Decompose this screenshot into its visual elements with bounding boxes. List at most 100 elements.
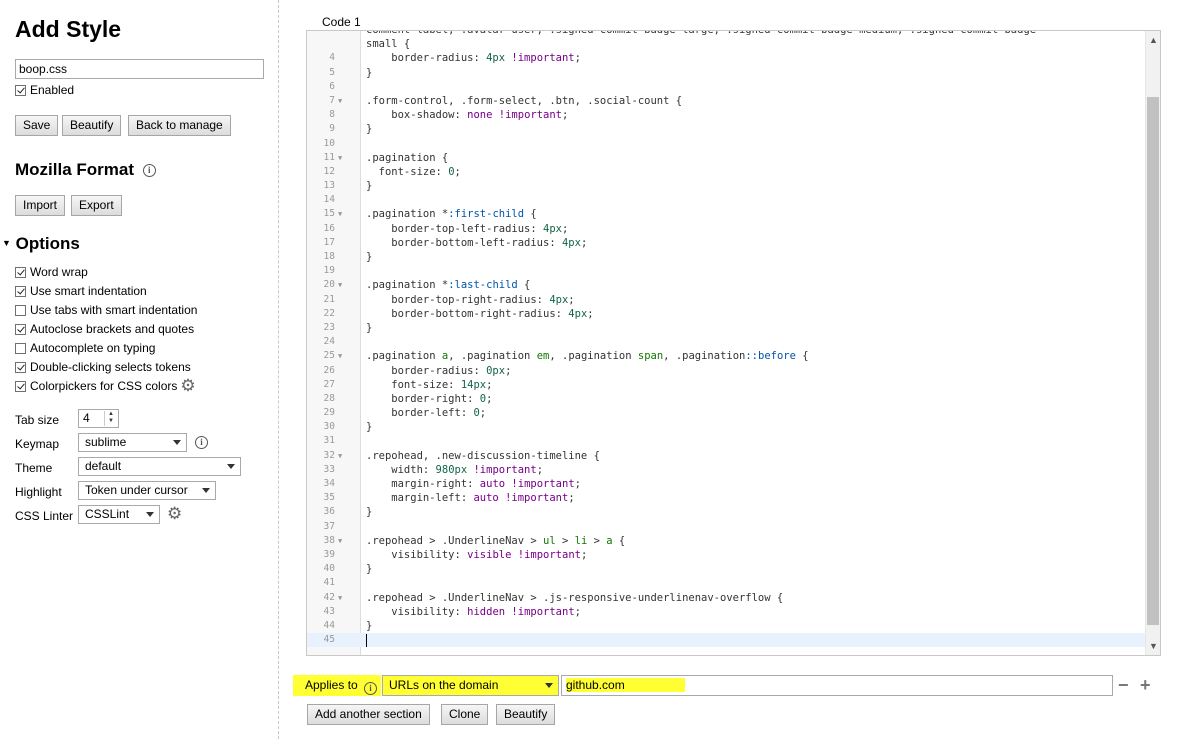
option-checkbox[interactable] [15, 342, 26, 354]
option-checkbox-row[interactable]: Autocomplete on typing [15, 340, 155, 356]
applies-info-icon[interactable]: i [364, 682, 378, 695]
option-checkbox-row[interactable]: Use smart indentation [15, 283, 147, 299]
back-to-manage-button[interactable]: Back to manage [128, 115, 231, 136]
code-line[interactable]: 6 [307, 80, 1145, 94]
fold-arrow-icon[interactable]: ▼ [338, 534, 342, 548]
add-another-section-button[interactable]: Add another section [307, 704, 430, 725]
code-line[interactable]: 23} [307, 321, 1145, 335]
code-line[interactable]: 24 [307, 335, 1145, 349]
code-line[interactable]: 39 visibility: visible !important; [307, 548, 1145, 562]
fold-arrow-icon[interactable]: ▼ [338, 278, 342, 292]
fold-arrow-icon[interactable]: ▼ [338, 207, 342, 221]
code-line[interactable]: 36} [307, 505, 1145, 519]
code-line[interactable]: 42 ▼ .repohead > .UnderlineNav > .js-respo… [307, 591, 1145, 605]
fold-arrow-icon[interactable]: ▼ [338, 94, 342, 108]
code-editor[interactable]: comment-label, .avatar-user, .signed-com… [306, 30, 1161, 656]
code-line[interactable]: 8 box-shadow: none !important; [307, 108, 1145, 122]
option-checkbox[interactable] [15, 323, 26, 335]
remove-applies-icon[interactable]: − [1118, 675, 1129, 695]
option-checkbox-row[interactable]: Use tabs with smart indentation [15, 302, 197, 318]
code-text: font-size: 14px; [366, 378, 492, 392]
scrollbar-thumb[interactable] [1147, 97, 1159, 625]
code-line[interactable]: 45 [307, 633, 1145, 648]
keymap-info-icon[interactable]: i [195, 436, 208, 449]
option-checkbox-row[interactable]: Colorpickers for CSS colors ⚙ [15, 377, 196, 394]
code-line[interactable]: 16 border-top-left-radius: 4px; [307, 222, 1145, 236]
code-line[interactable]: 29 border-left: 0; [307, 406, 1145, 420]
code-line[interactable]: 12 font-size: 0; [307, 165, 1145, 179]
save-button[interactable]: Save [15, 115, 59, 136]
option-checkbox-row[interactable]: Autoclose brackets and quotes [15, 321, 194, 337]
option-checkbox-row[interactable]: Word wrap [15, 264, 88, 280]
code-line[interactable]: 33 width: 980px !important; [307, 463, 1145, 477]
applies-type-select[interactable]: URLs on the domain [382, 675, 559, 696]
code-line[interactable]: 32 ▼ .repohead, .new-discussion-timeline { [307, 449, 1145, 463]
code-line[interactable]: 44} [307, 619, 1145, 633]
fold-arrow-icon[interactable]: ▼ [338, 151, 342, 165]
code-line[interactable]: 37 [307, 520, 1145, 534]
scroll-down-icon[interactable]: ▼ [1149, 642, 1158, 651]
code-line[interactable]: 21 border-top-right-radius: 4px; [307, 293, 1145, 307]
code-line[interactable]: 26 border-radius: 0px; [307, 364, 1145, 378]
code-line[interactable]: small { [307, 37, 1145, 51]
fold-arrow-icon[interactable]: ▼ [338, 591, 342, 605]
code-line[interactable]: 34 margin-right: auto !important; [307, 477, 1145, 491]
code-line[interactable]: 15 ▼ .pagination *:first-child { [307, 207, 1145, 221]
option-checkbox[interactable] [15, 285, 26, 297]
code-line[interactable]: 20 ▼ .pagination *:last-child { [307, 278, 1145, 292]
vertical-scrollbar[interactable]: ▲ ▼ [1145, 31, 1160, 655]
code-line[interactable]: 22 border-bottom-right-radius: 4px; [307, 307, 1145, 321]
tab-size-stepper[interactable]: 4 ▲ ▼ [78, 409, 119, 428]
code-line[interactable]: 35 margin-left: auto !important; [307, 491, 1145, 505]
code-line[interactable]: 43 visibility: hidden !important; [307, 605, 1145, 619]
code-lines[interactable]: comment-label, .avatar-user, .signed-com… [307, 31, 1145, 648]
code-line[interactable]: 13} [307, 179, 1145, 193]
fold-arrow-icon[interactable]: ▼ [338, 349, 342, 363]
beautify-button[interactable]: Beautify [62, 115, 122, 136]
code-line[interactable]: 27 font-size: 14px; [307, 378, 1145, 392]
code-line[interactable]: 19 [307, 264, 1145, 278]
code-line[interactable]: comment-label, .avatar-user, .signed-com… [307, 31, 1145, 37]
code-line[interactable]: 38 ▼ .repohead > .UnderlineNav > ul > li >… [307, 534, 1145, 548]
enabled-checkbox[interactable] [15, 84, 26, 96]
option-checkbox[interactable] [15, 361, 26, 373]
code-line[interactable]: 10 [307, 137, 1145, 151]
code-line[interactable]: 5} [307, 66, 1145, 80]
code-line[interactable]: 41 [307, 576, 1145, 590]
css-linter-select[interactable]: CSSLint [78, 505, 160, 524]
import-button[interactable]: Import [15, 195, 66, 216]
option-checkbox[interactable] [15, 304, 26, 316]
style-name-input[interactable] [15, 59, 264, 79]
option-checkbox-row[interactable]: Double-clicking selects tokens [15, 359, 191, 375]
info-icon[interactable]: i [142, 164, 156, 177]
code-line[interactable]: 28 border-right: 0; [307, 392, 1145, 406]
theme-select[interactable]: default [78, 457, 241, 476]
code-line[interactable]: 9} [307, 122, 1145, 136]
code-line[interactable]: 40} [307, 562, 1145, 576]
enabled-checkbox-row[interactable]: Enabled [15, 82, 74, 98]
code-line[interactable]: 25 ▼ .pagination a, .pagination em, .pagin… [307, 349, 1145, 363]
code-line[interactable]: 4 border-radius: 4px !important; [307, 51, 1145, 65]
keymap-select[interactable]: sublime [78, 433, 187, 452]
clone-button[interactable]: Clone [441, 704, 489, 725]
stepper-arrows-icon[interactable]: ▲ ▼ [104, 411, 117, 426]
code-line[interactable]: 30} [307, 420, 1145, 434]
section-beautify-button[interactable]: Beautify [496, 704, 556, 725]
highlight-select[interactable]: Token under cursor [78, 481, 216, 500]
linter-gear-icon[interactable]: ⚙ [167, 505, 182, 522]
code-line[interactable]: 31 [307, 434, 1145, 448]
code-line[interactable]: 17 border-bottom-left-radius: 4px; [307, 236, 1145, 250]
fold-arrow-icon[interactable]: ▼ [338, 449, 342, 463]
colorpicker-gear-icon[interactable]: ⚙ [180, 377, 195, 394]
applies-value-input[interactable]: github.com [561, 675, 1113, 696]
code-line[interactable]: 7 ▼ .form-control, .form-select, .btn, .so… [307, 94, 1145, 108]
code-line[interactable]: 14 [307, 193, 1145, 207]
code-line[interactable]: 11 ▼ .pagination { [307, 151, 1145, 165]
code-line[interactable]: 18} [307, 250, 1145, 264]
add-applies-icon[interactable]: + [1140, 675, 1151, 695]
options-heading[interactable]: ▼ Options [2, 234, 80, 254]
export-button[interactable]: Export [71, 195, 122, 216]
option-checkbox[interactable] [15, 380, 26, 392]
option-checkbox[interactable] [15, 266, 26, 278]
scroll-up-icon[interactable]: ▲ [1149, 36, 1158, 45]
